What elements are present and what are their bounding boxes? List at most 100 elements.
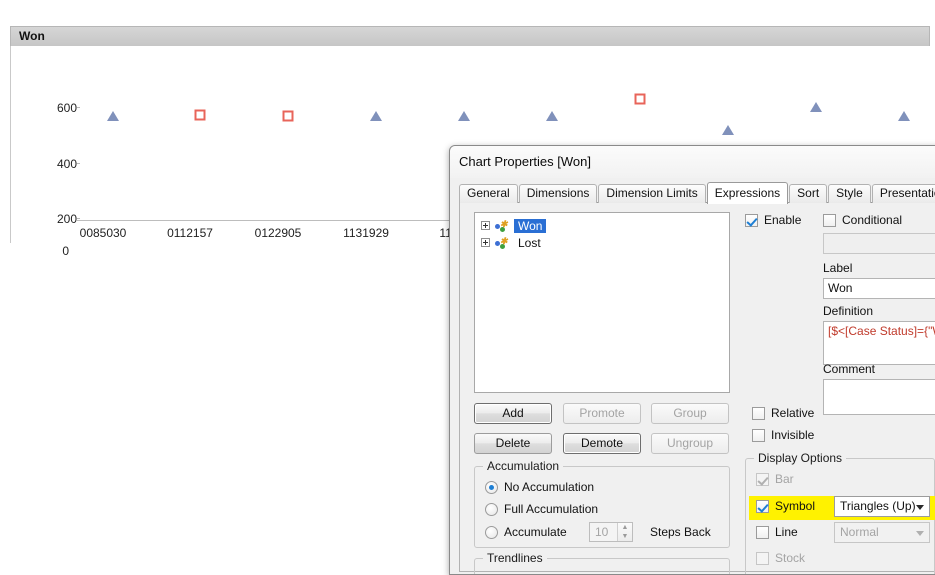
expression-name: Won [514,218,547,233]
stock-label: Stock [775,551,806,565]
promote-button: Promote [563,403,641,424]
list-item[interactable]: ✱ Lost [475,234,729,251]
y-tick-label: 0 [62,244,69,258]
add-button[interactable]: Add [474,403,552,424]
line-style-dropdown: Normal [834,522,930,543]
x-tick-label: 1131929 [343,226,389,240]
stepper-down-icon[interactable]: ▼ [618,532,632,541]
data-point-square[interactable] [194,109,206,121]
accumulation-group: Accumulation No Accumulation Full Accumu… [474,459,730,548]
bar-checkbox: Bar [756,472,794,486]
bar-label: Bar [775,472,794,486]
comment-field-label: Comment [823,362,876,376]
tab-sort[interactable]: Sort [789,184,828,203]
radio-icon[interactable] [485,480,498,494]
checkbox-icon [756,551,769,565]
symbol-type-value: Triangles (Up) [840,499,916,513]
y-tick-label: 600 [56,101,77,115]
checkbox-icon[interactable] [752,406,765,420]
radio-icon[interactable] [485,502,498,516]
x-tick-label: 0112157 [167,226,213,240]
checkbox-icon[interactable] [745,213,758,227]
conditional-label: Conditional [842,213,903,227]
data-point-square[interactable] [282,110,294,122]
label-field-label: Label [823,261,853,275]
symbol-checkbox[interactable]: Symbol [756,499,815,513]
radio-no-accumulation[interactable]: No Accumulation [485,480,594,494]
y-tick-mark [77,163,80,164]
data-point-triangle[interactable] [898,111,910,121]
expressions-list[interactable]: ✱ Won ✱ Lost [474,212,730,393]
tab-presentation[interactable]: Presentation [871,184,935,203]
expand-icon[interactable] [481,238,490,247]
tab-dimension-limits[interactable]: Dimension Limits [598,184,706,203]
checkbox-icon[interactable] [756,525,769,539]
chart-properties-dialog[interactable]: Chart Properties [Won] General Dimension… [449,145,935,575]
steps-back-value: 10 [595,525,609,539]
delete-button[interactable]: Delete [474,433,552,454]
radio-accumulate[interactable]: Accumulate [485,525,567,539]
expression-icon: ✱ [495,236,509,249]
symbol-type-dropdown[interactable]: Triangles (Up) [834,496,930,517]
radio-label: No Accumulation [504,480,595,494]
y-axis: 600 400 200 [25,46,80,244]
radio-full-accumulation[interactable]: Full Accumulation [485,502,598,516]
tab-expressions[interactable]: Expressions [706,182,789,204]
line-style-value: Normal [840,525,879,539]
data-point-triangle[interactable] [546,111,558,121]
data-point-triangle[interactable] [370,111,382,121]
enable-label: Enable [764,213,802,227]
ungroup-button: Ungroup [651,433,729,454]
enable-checkbox[interactable]: Enable [745,213,801,227]
conditional-checkbox[interactable]: Conditional [823,213,902,227]
stepper-buttons[interactable]: ▲ ▼ [617,523,632,541]
expression-icon: ✱ [495,219,509,232]
expression-name: Lost [518,235,541,250]
relative-checkbox[interactable]: Relative [752,406,814,420]
demote-button[interactable]: Demote [563,433,641,454]
trendlines-group: Trendlines [474,551,730,574]
definition-input[interactable]: [$<[Case Status]={"W [823,321,935,365]
x-tick-label: 0122905 [254,226,302,240]
tab-general[interactable]: General [459,184,518,203]
trendlines-group-title: Trendlines [483,551,547,565]
invisible-label: Invisible [771,428,815,442]
dialog-title-bar[interactable]: Chart Properties [Won] [450,146,935,178]
line-checkbox[interactable]: Line [756,525,798,539]
checkbox-icon[interactable] [752,428,765,442]
definition-field-label: Definition [823,304,874,318]
dialog-title: Chart Properties [Won] [459,154,591,169]
data-point-triangle[interactable] [722,124,734,135]
tab-dimensions[interactable]: Dimensions [518,184,598,203]
list-item[interactable]: ✱ Won [475,217,729,234]
line-label: Line [775,525,798,539]
invisible-checkbox[interactable]: Invisible [752,428,814,442]
tab-strip[interactable]: General Dimensions Dimension Limits Expr… [459,182,935,204]
stepper-up-icon[interactable]: ▲ [618,523,632,532]
comment-input[interactable] [823,379,935,415]
data-point-square[interactable] [634,93,646,104]
relative-label: Relative [771,406,815,420]
stock-checkbox: Stock [756,551,805,565]
y-tick-mark [77,218,80,219]
radio-label: Full Accumulation [504,502,599,516]
label-input[interactable]: Won [823,278,935,299]
data-point-triangle[interactable] [107,111,119,121]
conditional-input [823,233,935,254]
y-tick-mark [77,107,80,108]
group-button: Group [651,403,729,424]
checkbox-icon[interactable] [756,499,769,513]
radio-label: Accumulate [504,525,567,539]
checkbox-icon[interactable] [823,213,836,227]
checkbox-icon [756,472,769,486]
y-tick-label: 200 [56,212,77,226]
chevron-down-icon[interactable] [916,505,924,510]
expand-icon[interactable] [481,221,490,230]
chart-title-bar[interactable]: Won [10,26,930,46]
chevron-down-icon [916,531,924,536]
tab-style[interactable]: Style [828,184,871,203]
data-point-triangle[interactable] [458,111,470,121]
data-point-triangle[interactable] [810,102,822,113]
steps-back-stepper[interactable]: 10 ▲ ▼ [589,522,633,542]
radio-icon[interactable] [485,525,498,539]
